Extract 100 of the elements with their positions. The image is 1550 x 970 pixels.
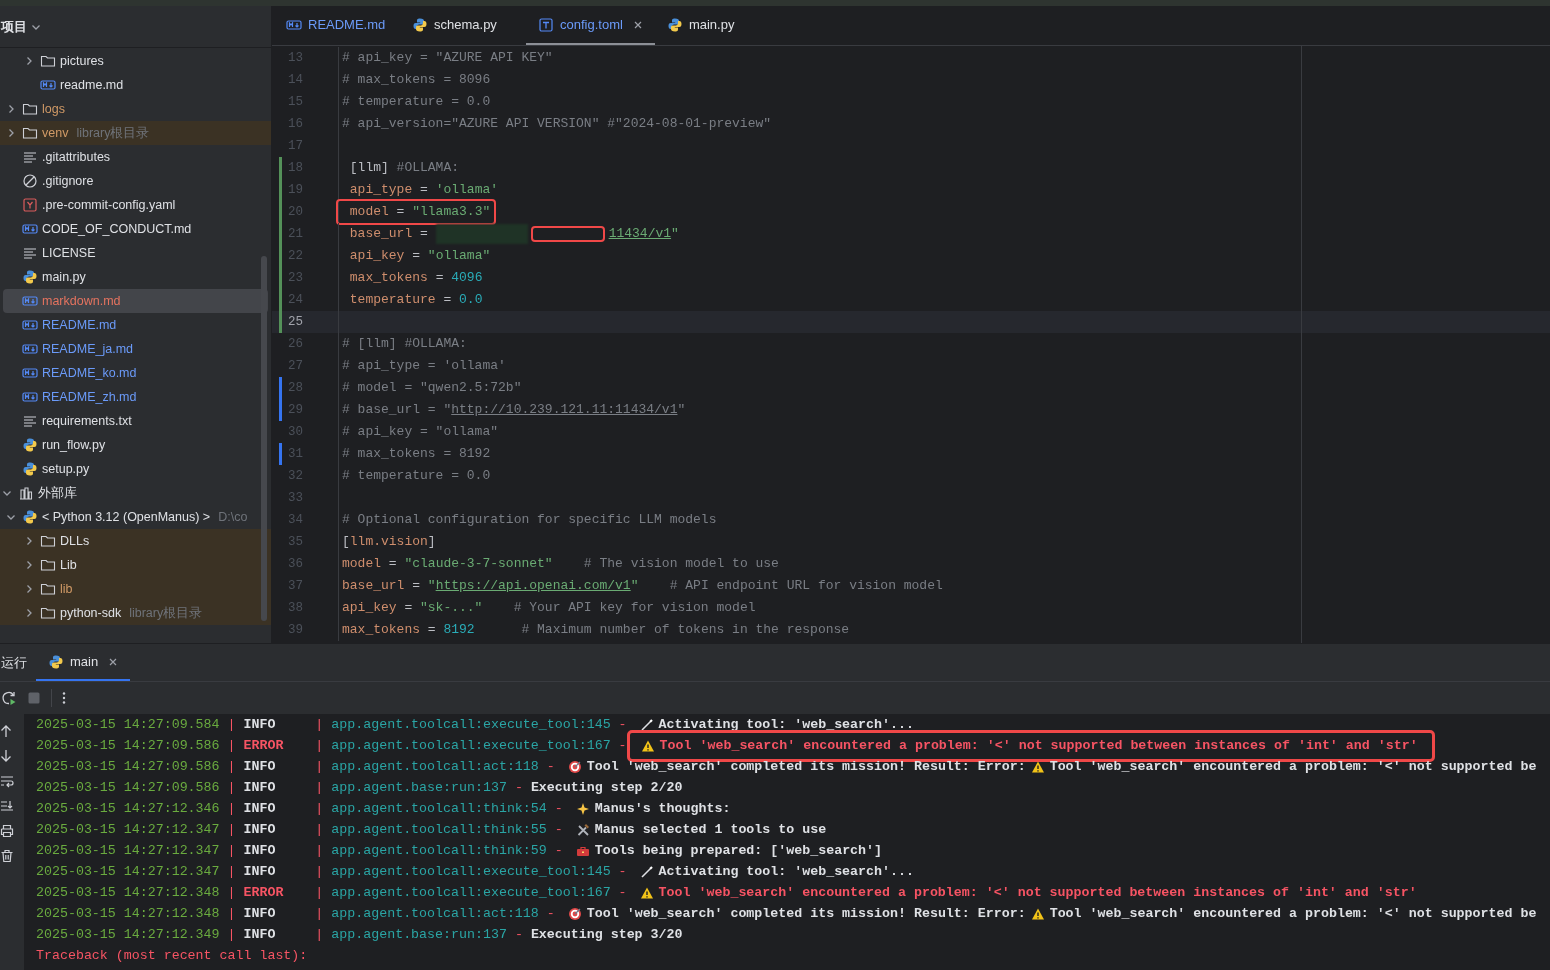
tree-row[interactable]: venv library根目录 [0,121,271,145]
tree-row[interactable]: .gitattributes [0,145,271,169]
arrow-down-icon[interactable] [0,749,12,763]
warning-icon [639,885,654,900]
text-file-icon [22,149,38,165]
tree-row[interactable]: logs [0,97,271,121]
editor-tab[interactable]: config.toml [526,6,655,45]
editor-tab[interactable]: main.py [654,6,781,45]
chevron-icon[interactable] [24,608,34,618]
tab-label: config.toml [560,15,623,34]
close-icon[interactable] [632,19,643,30]
file-name: markdown.md [42,292,121,310]
soft-wrap-icon[interactable] [0,774,14,788]
python-icon [666,16,683,33]
python-icon [22,509,38,525]
file-name: lib [60,580,73,598]
chevron-icon[interactable] [24,584,34,594]
tree-row[interactable]: README_zh.md [0,385,271,409]
editor-tab[interactable]: schema.py [400,6,526,45]
log-message: Executing step 3/20 [530,925,683,944]
arrow-up-icon[interactable] [0,724,12,738]
tree-row[interactable]: lib [0,577,271,601]
chevron-icon[interactable] [6,128,16,138]
tree-row[interactable]: CODE_OF_CONDUCT.md [0,217,271,241]
log-time: 2025-03-15 14:27:09.586 [36,757,220,776]
log-separator: | [315,862,324,881]
chevron-icon[interactable] [24,560,34,570]
file-name: README_zh.md [42,388,137,406]
chevron-icon[interactable] [24,536,34,546]
python-icon [22,437,38,453]
tree-row[interactable]: run_flow.py [0,433,271,457]
editor-tab[interactable]: README.md [274,6,400,45]
log-message: Activating tool: 'web_search'... [658,715,914,734]
chevron-icon[interactable] [2,488,12,498]
panel-title[interactable]: 运行 [0,652,36,673]
log-source: app.agent.toolcall:think:54 [331,799,547,818]
path-hint: D:\co [218,508,248,526]
markdown-icon [22,341,38,357]
yaml-file-icon [22,197,38,213]
tree-row[interactable]: README.md [0,313,271,337]
log-source: app.agent.toolcall:execute_tool:167 [331,883,611,902]
log-message: Manus selected 1 tools to use [594,820,827,839]
code-line: api_type = 'ollama' [348,181,499,200]
file-name: CODE_OF_CONDUCT.md [42,220,192,238]
panel-title[interactable]: 项目 [0,16,27,37]
target-icon [567,906,582,921]
tree-row[interactable]: < Python 3.12 (OpenManus) > D:\co [0,505,271,529]
log-separator: - [618,883,627,902]
log-level: INFO [243,757,277,776]
warning-icon [1030,759,1045,774]
tree-row[interactable]: Lib [0,553,271,577]
scrollbar[interactable] [261,256,267,621]
tree-row[interactable]: main.py [0,265,271,289]
run-tab[interactable]: main [36,644,131,681]
log-separator: - [554,841,563,860]
log-time: 2025-03-15 14:27:09.586 [36,736,220,755]
chevron-icon[interactable] [24,56,34,66]
tree-row[interactable]: pictures [0,49,271,73]
log-message: Manus's thoughts: [594,799,731,818]
scroll-to-end-icon[interactable] [0,799,14,813]
text-file-icon [22,413,38,429]
file-name: README.md [42,316,117,334]
folder-icon [40,581,56,597]
chevron-icon[interactable] [6,104,16,114]
tree-row[interactable]: .gitignore [0,169,271,193]
tree-row[interactable]: DLLs [0,529,271,553]
trash-icon[interactable] [0,849,14,863]
log-time: 2025-03-15 14:27:12.347 [36,841,220,860]
file-name: logs [42,100,65,118]
path-hint: library根目录 [76,124,150,142]
log-message: Tool 'web_search' encountered a problem: '<' not supported between instances of 'int' and 'str' [659,736,1418,755]
more-icon[interactable] [62,691,66,705]
tab-label: main.py [688,15,735,34]
tree-row[interactable]: python-sdk library根目录 [0,601,271,625]
code-line: # max_tokens = 8192 [342,445,491,464]
close-icon[interactable] [108,656,119,667]
tree-row[interactable]: .pre-commit-config.yaml [0,193,271,217]
tree-row[interactable]: README_ja.md [0,337,271,361]
file-name: README_ja.md [42,340,133,358]
chevron-icon[interactable] [6,512,16,522]
log-separator: - [546,904,555,923]
file-name: setup.py [42,460,90,478]
tree-row[interactable]: 外部库 [0,481,271,505]
log-separator: | [227,736,236,755]
tree-row[interactable]: setup.py [0,457,271,481]
folder-icon [40,557,56,573]
tree-row[interactable]: LICENSE [0,241,271,265]
folder-icon [22,125,38,141]
log-source: app.agent.toolcall:act:118 [331,757,539,776]
file-name: python-sdk [60,604,122,622]
log-separator: | [315,841,324,860]
tree-row[interactable]: requirements.txt [0,409,271,433]
log-separator: | [315,736,324,755]
tree-row[interactable]: README_ko.md [0,361,271,385]
tree-row[interactable]: readme.md [0,73,271,97]
library-icon [18,485,34,501]
log-separator: | [227,862,236,881]
print-icon[interactable] [0,824,14,838]
log-time: 2025-03-15 14:27:12.347 [36,820,220,839]
rerun-icon[interactable] [1,690,17,706]
